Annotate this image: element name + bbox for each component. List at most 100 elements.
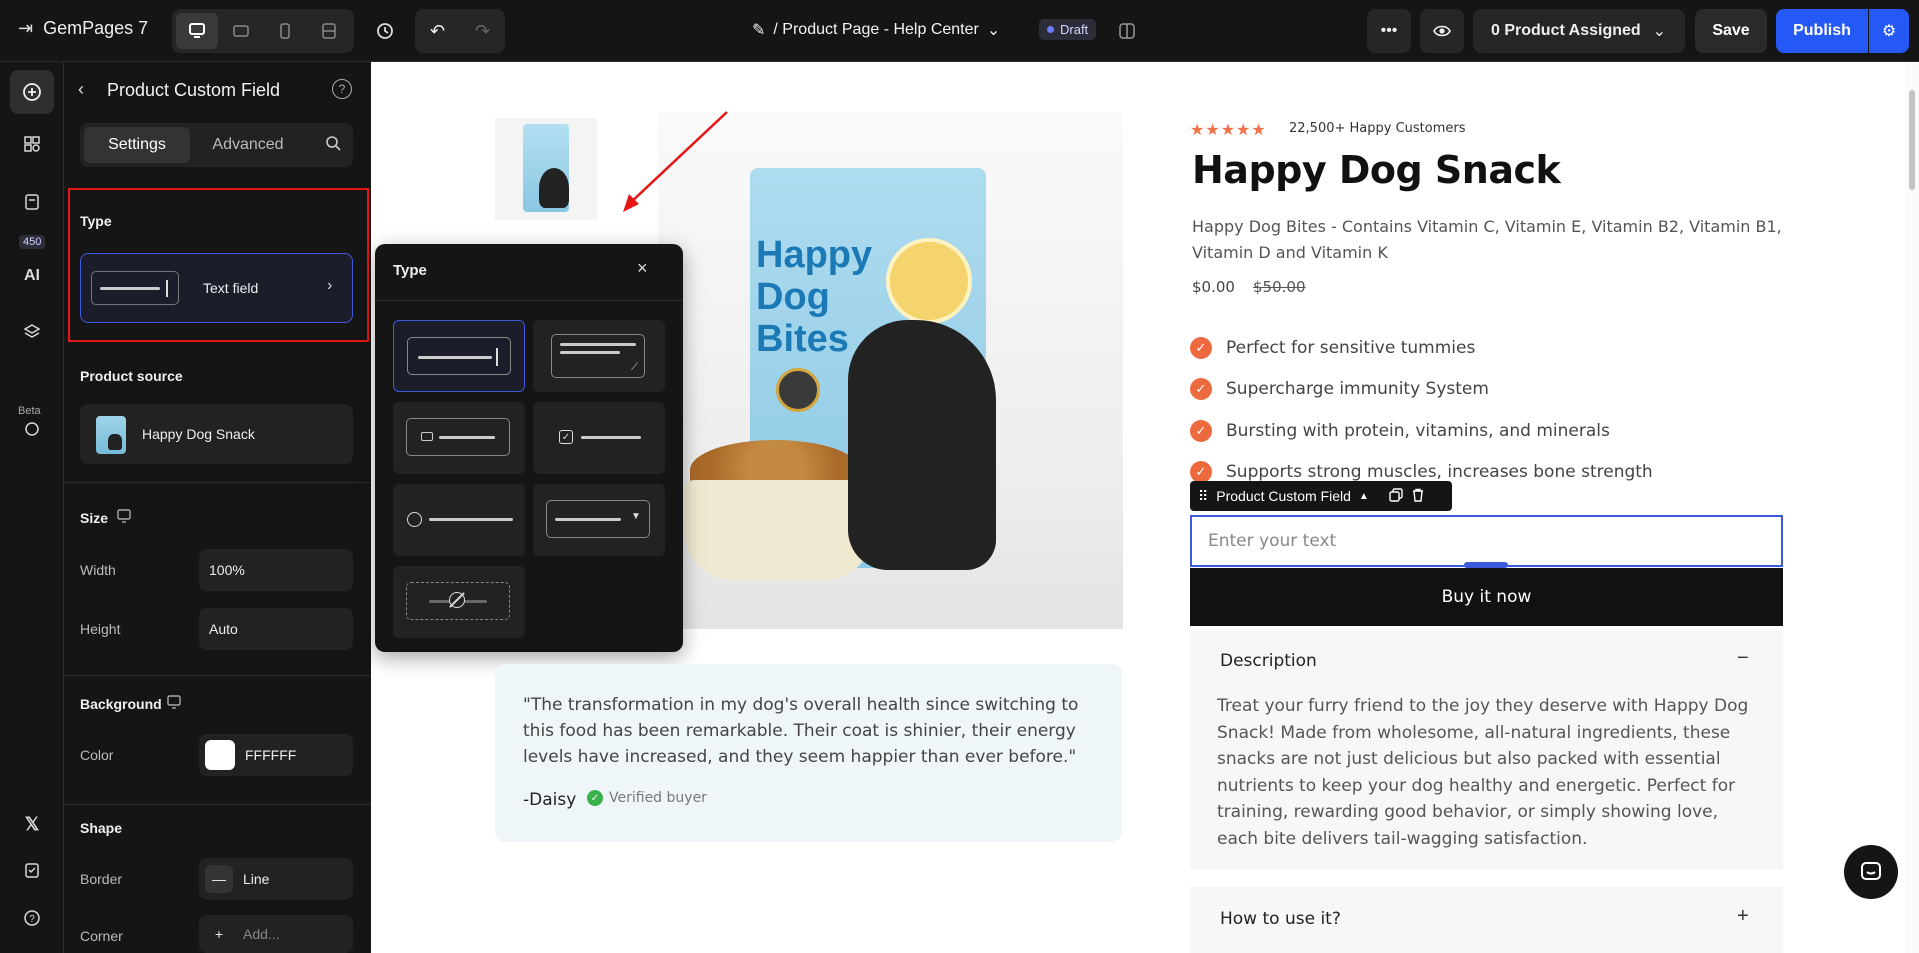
ai-icon[interactable]: AI [10,254,54,298]
type-option-radio[interactable] [393,484,525,556]
size-section-label: Size [80,510,109,526]
type-option-checkbox[interactable]: ✓ [533,402,665,474]
page-title[interactable]: ✎ / Product Page - Help Center ⌄ [752,20,1000,40]
chat-support-button[interactable] [1844,845,1898,899]
preview-button[interactable] [1420,9,1464,53]
save-button[interactable]: Save [1695,9,1767,53]
mobile-device-icon[interactable] [264,13,306,49]
tablet-landscape-icon[interactable] [220,13,262,49]
exit-icon[interactable]: ⇥ [18,18,33,39]
beta-feature-icon[interactable] [10,414,54,444]
panel-header: ‹ Product Custom Field ? [64,62,371,120]
app-name: GemPages 7 [43,18,149,38]
tab-advanced[interactable]: Advanced [198,127,298,163]
layers-icon[interactable] [10,314,54,350]
plus-icon: + [214,926,224,942]
status-badge: Draft [1039,19,1097,40]
buy-it-now-button[interactable]: Buy it now [1190,568,1783,626]
device-switcher [172,9,354,53]
more-options-button[interactable]: ••• [1367,9,1411,53]
height-input[interactable]: Auto [199,608,353,650]
chevron-down-icon: ⌄ [1652,23,1667,40]
canvas-scrollbar[interactable] [1905,62,1919,953]
type-section-label: Type [80,213,112,229]
x-icon[interactable]: 𝕏 [10,802,54,846]
dropdown-icon: ▼ [546,500,650,538]
color-swatch[interactable] [205,740,235,770]
type-option-textarea[interactable]: ⟋ [533,320,665,392]
undo-icon[interactable]: ↶ [415,9,460,53]
corner-input[interactable]: + Add... [199,915,353,953]
duplicate-icon[interactable] [1389,487,1403,505]
desktop-device-icon[interactable] [176,13,218,49]
feature-item: ✓ Supercharge immunity System [1190,378,1489,400]
product-source-picker[interactable]: Happy Dog Snack [80,404,353,464]
layout-icon[interactable] [1116,20,1138,42]
custom-field-input[interactable]: Enter your text [1190,515,1783,567]
color-label: Color [80,747,114,763]
responsive-icon[interactable] [166,694,182,715]
check-icon: ✓ [1190,378,1212,400]
type-value: Text field [203,280,259,296]
annotation-arrow-icon [623,111,728,212]
type-option-dropdown[interactable]: ▼ [533,484,665,556]
type-option-hidden[interactable] [393,566,525,638]
plus-icon[interactable]: + [1737,905,1749,928]
accordion-how-to-use[interactable]: How to use it? + [1190,887,1783,953]
add-element-icon[interactable] [10,70,54,114]
chevron-up-icon[interactable]: ▲ [1359,491,1369,502]
feature-item: ✓ Supports strong muscles, increases bon… [1190,461,1653,483]
product-assigned-dropdown[interactable]: 0 Product Assigned ⌄ [1473,9,1685,53]
product-thumbnail-image[interactable] [495,118,597,220]
top-toolbar: ⇥ GemPages 7 ↶ ↷ ✎ / Product Page - Help… [0,0,1919,62]
organic-seal-icon [886,238,972,324]
history-icon[interactable] [372,18,398,44]
chevron-down-icon: ⌄ [986,22,1001,39]
happy-customers: 22,500+ Happy Customers [1289,121,1466,136]
app-logo[interactable]: ⇥ GemPages 7 [18,18,148,39]
type-option-email[interactable] [393,402,525,474]
type-selector[interactable]: Text field › [80,253,353,323]
responsive-icon[interactable] [116,508,132,529]
product-description: Happy Dog Bites - Contains Vitamin C, Vi… [1192,217,1782,262]
accordion-title[interactable]: Description [1220,651,1317,671]
drag-handle-icon[interactable]: ⠿ [1198,488,1208,505]
gear-icon: ⚙ [1881,23,1897,40]
publish-settings-button[interactable]: ⚙ [1869,9,1909,53]
trash-icon[interactable] [1411,488,1425,505]
close-icon[interactable]: × [637,258,648,279]
popover-title: Type [393,262,427,279]
element-toolbar[interactable]: ⠿ Product Custom Field ▲ [1190,481,1452,511]
divider [375,300,683,301]
best-medal-icon [776,368,820,412]
product-title: Happy Dog Snack [1192,148,1561,192]
width-input[interactable]: 100% [199,549,353,591]
divider [64,804,371,805]
product-source-label: Product source [80,368,183,384]
publish-button[interactable]: Publish [1776,9,1868,53]
textarea-icon: ⟋ [551,334,645,378]
fullscreen-device-icon[interactable] [308,13,350,49]
scrollbar-thumb[interactable] [1909,90,1915,190]
help-icon[interactable]: ? [332,79,352,99]
text-field-icon [407,337,511,375]
panel-title: Product Custom Field [107,80,281,100]
hidden-field-icon [406,582,510,620]
clipboard-icon[interactable] [10,848,54,892]
undo-redo-group: ↶ ↷ [415,9,505,53]
accordion-description: Description − Treat your furry friend to… [1190,631,1783,869]
tab-settings[interactable]: Settings [84,127,190,163]
border-select[interactable]: — Line [199,858,353,900]
type-option-text-field[interactable] [393,320,525,392]
pages-icon[interactable] [10,186,54,218]
redo-icon[interactable]: ↷ [460,9,505,53]
panel-tabs: Settings Advanced [80,123,353,167]
sections-icon[interactable] [10,122,54,166]
color-picker[interactable]: FFFFFF [199,734,353,776]
product-price: $0.00 [1192,278,1235,296]
search-icon[interactable] [325,135,341,156]
accordion-title[interactable]: How to use it? [1220,909,1341,929]
minus-icon[interactable]: − [1737,647,1749,670]
help-icon[interactable]: ? [10,896,54,940]
back-arrow-icon[interactable]: ‹ [78,79,84,100]
